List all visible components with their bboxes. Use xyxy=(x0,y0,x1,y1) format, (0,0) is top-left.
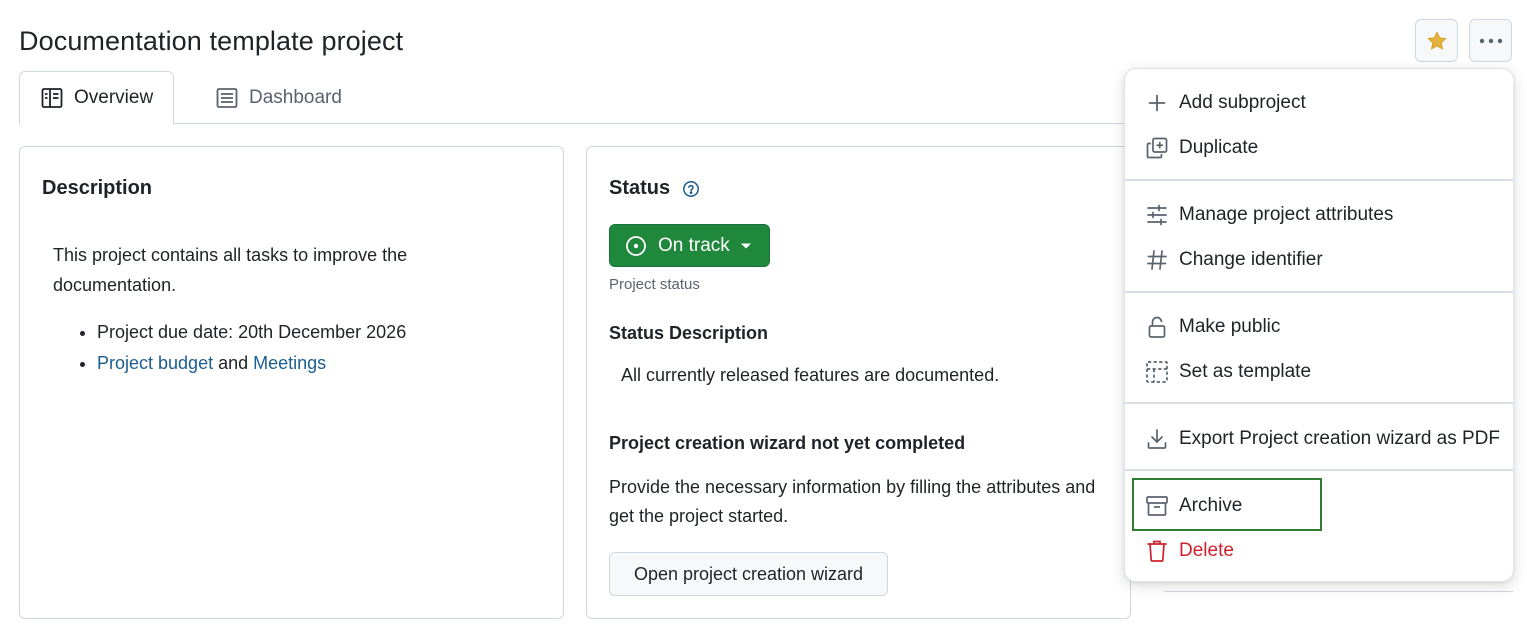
description-card: Description This project contains all ta… xyxy=(19,146,564,619)
menu-item-label: Add subproject xyxy=(1179,92,1306,113)
status-heading: Status xyxy=(609,177,671,199)
and-text: and xyxy=(213,353,254,373)
kebab-icon xyxy=(1479,38,1502,43)
status-dropdown-button[interactable]: On track xyxy=(609,224,770,267)
menu-item-duplicate[interactable]: Duplicate xyxy=(1125,128,1513,168)
menu-item-label: Manage project attributes xyxy=(1179,204,1394,225)
tab-overview-label: Overview xyxy=(74,87,154,108)
status-label: On track xyxy=(658,234,730,256)
status-caption: Project status xyxy=(609,276,700,293)
favorite-button[interactable] xyxy=(1415,19,1458,62)
status-circle-icon xyxy=(625,235,647,257)
menu-item-label: Duplicate xyxy=(1179,137,1259,158)
book-icon xyxy=(40,86,64,110)
menu-item-export-pdf[interactable]: Export Project creation wizard as PDF xyxy=(1125,419,1513,459)
template-icon xyxy=(1145,360,1169,384)
menu-item-label: Export Project creation wizard as PDF xyxy=(1179,428,1501,449)
tab-overview[interactable]: Overview xyxy=(19,71,174,125)
menu-separator xyxy=(1125,291,1513,293)
menu-item-add-subproject[interactable]: Add subproject xyxy=(1125,83,1513,123)
meetings-link[interactable]: Meetings xyxy=(253,353,326,373)
chevron-down-icon xyxy=(740,242,752,250)
tab-bar: Overview Dashboard xyxy=(19,71,1129,125)
project-budget-link[interactable]: Project budget xyxy=(97,353,213,373)
tab-dashboard-label: Dashboard xyxy=(249,86,342,108)
duplicate-icon xyxy=(1145,136,1169,160)
plus-icon xyxy=(1145,91,1169,115)
description-heading: Description xyxy=(42,177,153,199)
divider xyxy=(1164,591,1513,592)
menu-separator xyxy=(1125,179,1513,181)
download-icon xyxy=(1145,427,1169,451)
star-icon xyxy=(1426,30,1447,50)
due-date-text: Project due date: 20th December 2026 xyxy=(97,322,407,342)
focus-highlight xyxy=(1132,478,1322,531)
trash-icon xyxy=(1145,539,1169,563)
menu-item-set-template[interactable]: Set as template xyxy=(1125,352,1513,392)
unlock-icon xyxy=(1145,315,1169,339)
status-description-text: All currently released features are docu… xyxy=(621,365,1000,385)
page-title: Documentation template project xyxy=(19,26,404,56)
wizard-text: Provide the necessary information by fil… xyxy=(609,477,1096,526)
menu-item-make-public[interactable]: Make public xyxy=(1125,307,1513,347)
wizard-heading: Project creation wizard not yet complete… xyxy=(609,433,966,453)
status-card: Status On track Project status Status De… xyxy=(586,146,1131,619)
menu-separator xyxy=(1125,469,1513,471)
menu-item-label: Change identifier xyxy=(1179,249,1323,270)
menu-item-manage-attributes[interactable]: Manage project attributes xyxy=(1125,195,1513,235)
menu-item-change-identifier[interactable]: Change identifier xyxy=(1125,240,1513,280)
description-list: Project due date: 20th December 2026 Pro… xyxy=(97,317,406,379)
menu-item-delete[interactable]: Delete xyxy=(1125,531,1513,571)
menu-item-label: Set as template xyxy=(1179,361,1312,382)
menu-item-label: Delete xyxy=(1179,540,1234,561)
more-actions-button[interactable] xyxy=(1469,19,1512,62)
list-item: Project budget and Meetings xyxy=(97,348,406,379)
menu-item-label: Make public xyxy=(1179,316,1281,337)
hash-icon xyxy=(1145,248,1169,272)
open-wizard-button[interactable]: Open project creation wizard xyxy=(609,552,888,596)
description-text: This project contains all tasks to impro… xyxy=(53,245,408,295)
list-item: Project due date: 20th December 2026 xyxy=(97,317,406,348)
tab-dashboard[interactable]: Dashboard xyxy=(195,71,342,124)
sliders-icon xyxy=(1145,203,1169,227)
status-description-heading: Status Description xyxy=(609,323,769,343)
list-icon xyxy=(215,86,239,110)
help-icon[interactable] xyxy=(682,180,700,198)
menu-separator xyxy=(1125,402,1513,404)
